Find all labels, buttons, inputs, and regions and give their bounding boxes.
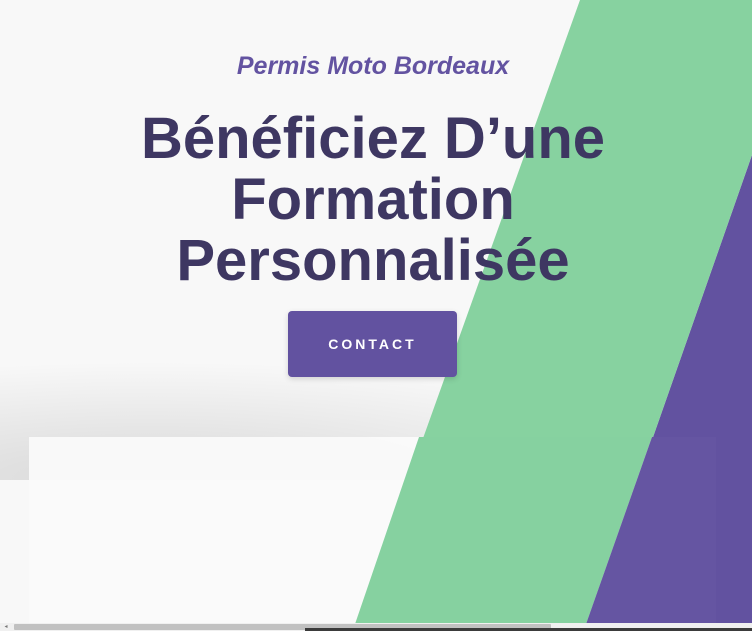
scroll-left-arrow-icon[interactable]: ◂ bbox=[0, 623, 12, 631]
content-card bbox=[29, 437, 716, 627]
hero-subtitle: Permis Moto Bordeaux bbox=[236, 52, 510, 80]
contact-button[interactable]: CONTACT bbox=[288, 311, 457, 377]
hero-section: Permis Moto Bordeaux Bénéficiez D’une Fo… bbox=[0, 0, 752, 631]
horizontal-scrollbar[interactable]: ◂ bbox=[0, 623, 752, 631]
hero-title: Bénéficiez D’une Formation Personnalisée bbox=[140, 106, 606, 293]
